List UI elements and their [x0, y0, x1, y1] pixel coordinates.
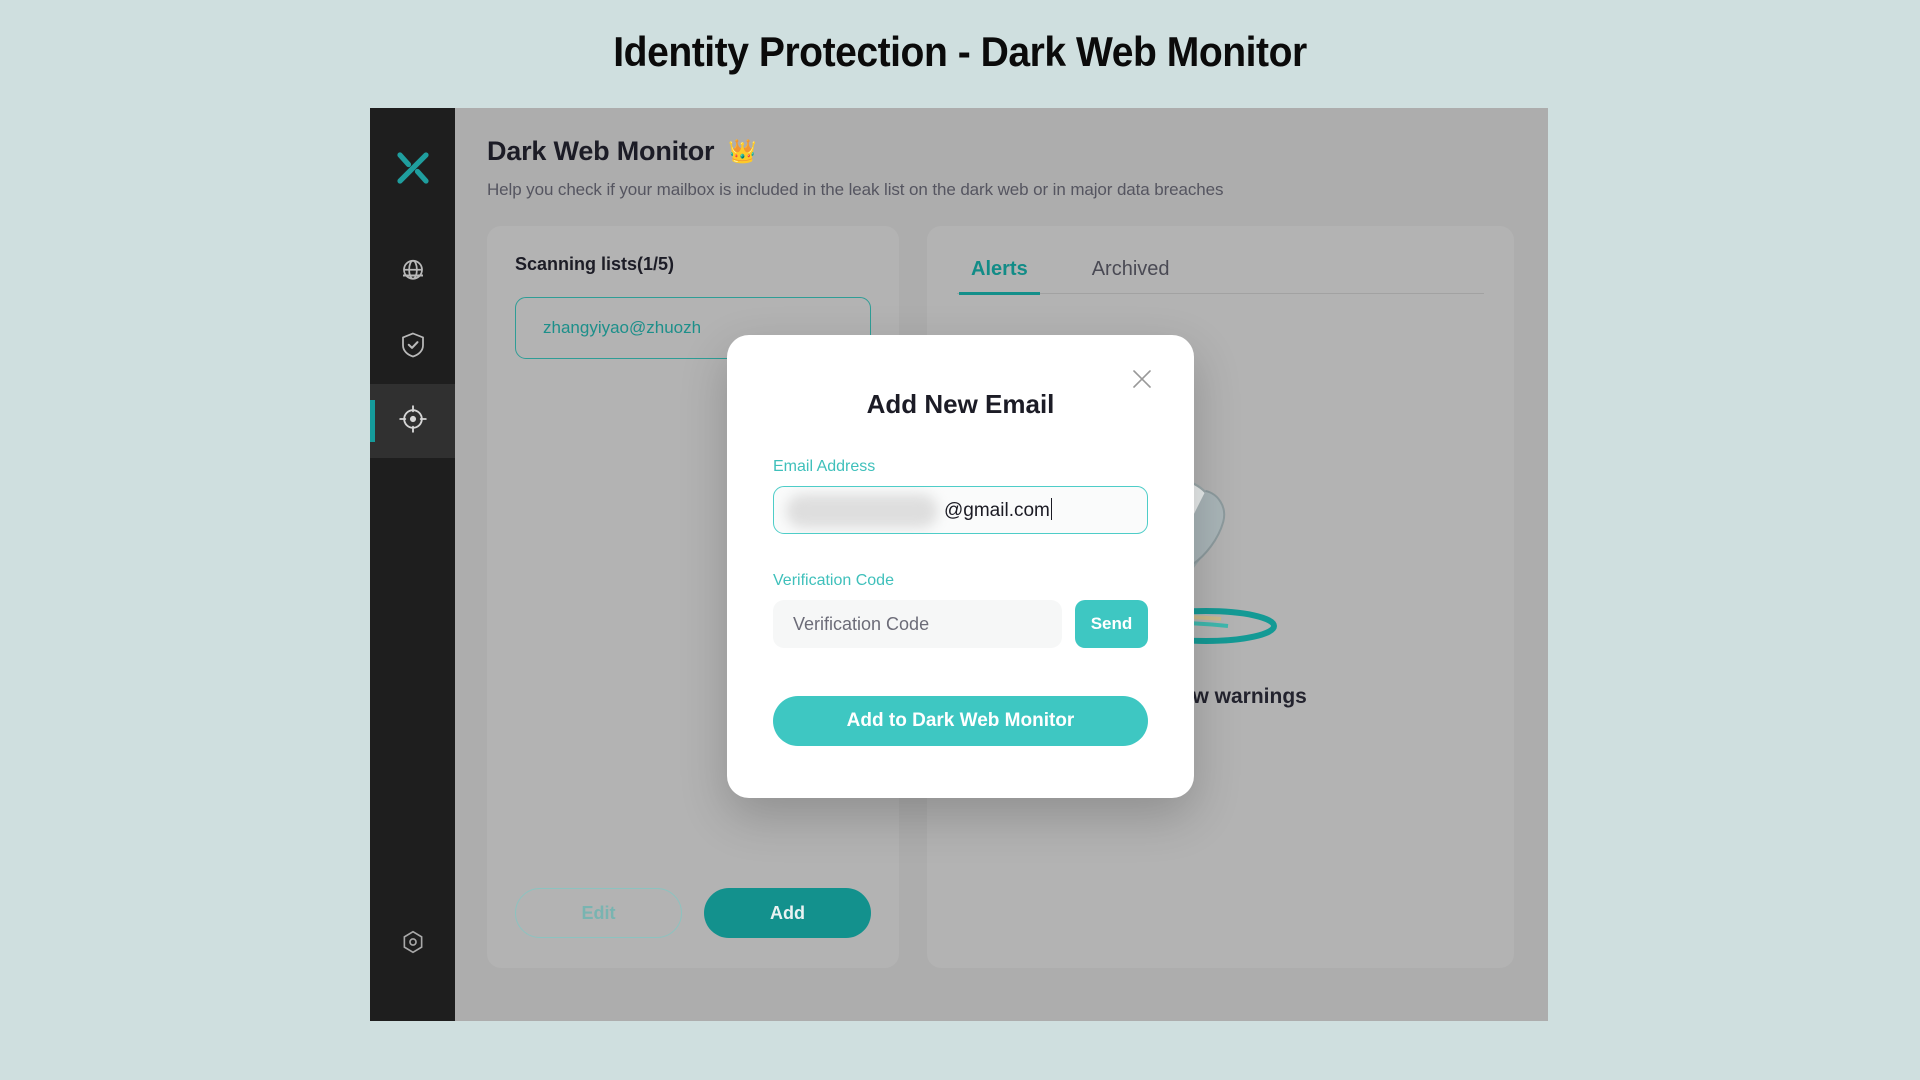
- sidebar-item-shield-check[interactable]: [370, 310, 455, 384]
- x-logo-icon: [370, 140, 455, 196]
- verification-code-input[interactable]: [773, 600, 1062, 648]
- globe-icon: [398, 256, 428, 291]
- header-subtitle: Help you check if your mailbox is includ…: [487, 180, 1224, 199]
- redacted-email-blob: [786, 494, 938, 528]
- sidebar: [370, 108, 455, 1021]
- close-icon[interactable]: [1128, 365, 1156, 393]
- add-new-email-modal: Add New Email Email Address @gmail.com V…: [727, 335, 1194, 798]
- add-to-dark-web-monitor-button[interactable]: Add to Dark Web Monitor: [773, 696, 1148, 746]
- scanning-list-item-label: zhangyiyao@zhuozh: [543, 318, 702, 337]
- sidebar-nav: [370, 236, 455, 458]
- target-crosshair-icon: [397, 403, 429, 440]
- send-code-button[interactable]: Send: [1075, 600, 1148, 648]
- sidebar-item-dark-web-monitor[interactable]: [370, 384, 455, 458]
- verification-code-row: Send: [773, 600, 1148, 648]
- page-header: Dark Web Monitor 👑: [487, 136, 1514, 167]
- email-address-label: Email Address: [773, 458, 876, 475]
- verification-code-label: Verification Code: [773, 572, 894, 589]
- page-title: Identity Protection - Dark Web Monitor: [613, 28, 1307, 75]
- hexagon-settings-icon: [399, 928, 427, 961]
- text-caret: [1050, 498, 1053, 520]
- edit-button[interactable]: Edit: [515, 888, 682, 938]
- shield-check-icon: [398, 330, 428, 365]
- sidebar-item-settings[interactable]: [370, 907, 455, 981]
- alerts-tabs: Alerts Archived: [957, 248, 1484, 295]
- sidebar-item-globe[interactable]: [370, 236, 455, 310]
- modal-title: Add New Email: [866, 389, 1055, 419]
- scanning-lists-actions: Edit Add: [515, 888, 871, 968]
- crown-icon: 👑: [728, 138, 757, 164]
- scanning-lists-title: Scanning lists(1/5): [515, 254, 675, 274]
- add-button[interactable]: Add: [704, 888, 871, 938]
- tab-alerts[interactable]: Alerts: [959, 248, 1040, 295]
- email-input[interactable]: @gmail.com: [773, 486, 1148, 534]
- header-title: Dark Web Monitor: [487, 136, 715, 166]
- email-input-value: @gmail.com: [944, 498, 1053, 522]
- tab-archived[interactable]: Archived: [1080, 248, 1182, 293]
